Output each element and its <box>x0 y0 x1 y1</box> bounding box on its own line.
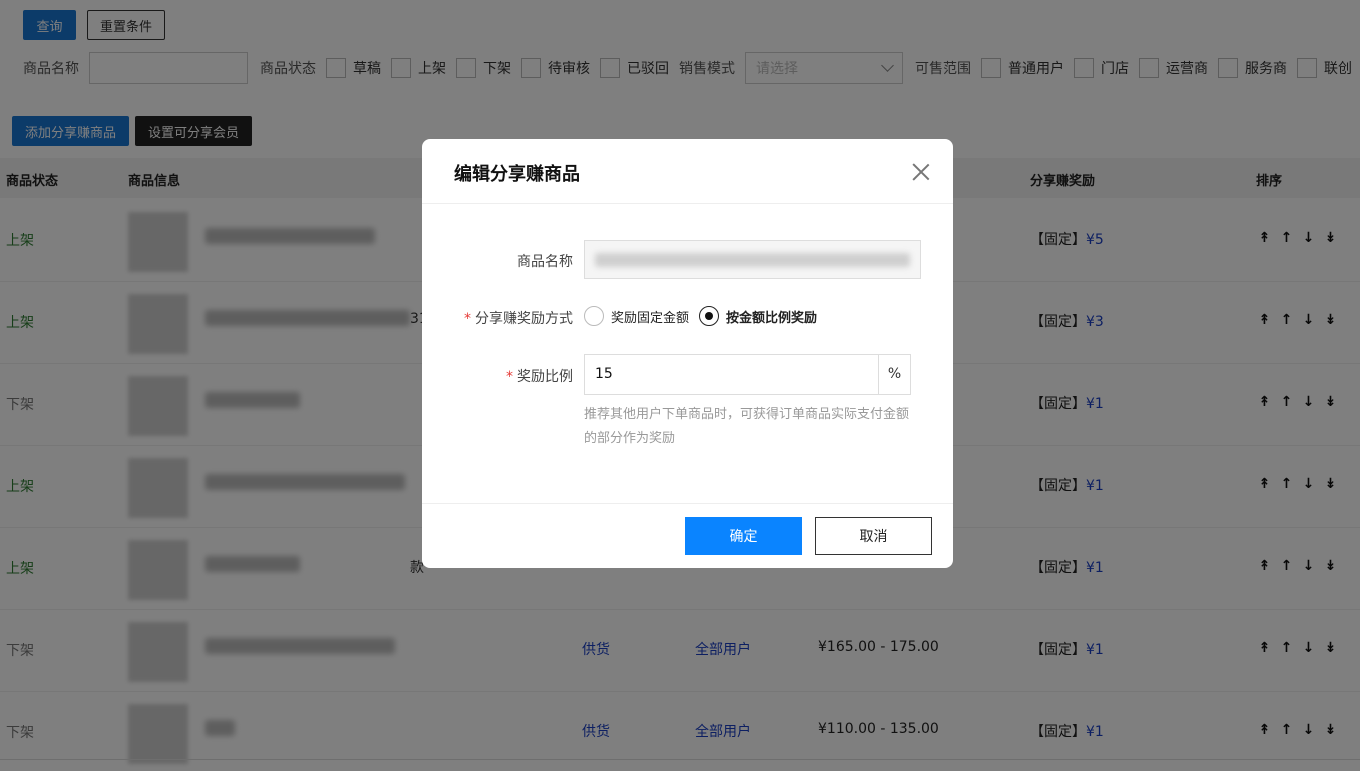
ratio-value[interactable]: 15 <box>585 355 878 394</box>
reward-method-radio-group: 奖励固定金额 按金额比例奖励 <box>584 306 827 326</box>
ratio-unit: % <box>878 355 910 394</box>
radio-ratio-label[interactable]: 按金额比例奖励 <box>726 307 817 326</box>
radio-ratio[interactable] <box>699 306 720 326</box>
product-name-blurred <box>595 253 910 267</box>
ratio-label: * 奖励比例 <box>506 369 573 385</box>
close-icon[interactable] <box>910 161 932 183</box>
ratio-hint: 推荐其他用户下单商品时，可获得订单商品实际支付金额的部分作为奖励 <box>584 407 910 446</box>
radio-fixed-amount[interactable] <box>584 306 604 326</box>
confirm-button[interactable]: 确定 <box>685 517 802 555</box>
cancel-button[interactable]: 取消 <box>815 517 932 555</box>
ratio-input[interactable]: 15 % <box>584 354 911 395</box>
radio-fixed-amount-label[interactable]: 奖励固定金额 <box>611 307 689 326</box>
dialog-header-divider <box>422 203 953 204</box>
product-name-field <box>584 240 921 279</box>
product-name-label: 商品名称 <box>517 254 573 270</box>
dialog-footer-divider <box>422 503 953 504</box>
dialog-title: 编辑分享赚商品 <box>454 164 580 185</box>
reward-method-label: * 分享赚奖励方式 <box>464 311 573 327</box>
edit-share-product-dialog: 编辑分享赚商品 商品名称 * 分享赚奖励方式 奖励固定金额 按金额比例奖励 * 奖励… <box>422 139 953 568</box>
